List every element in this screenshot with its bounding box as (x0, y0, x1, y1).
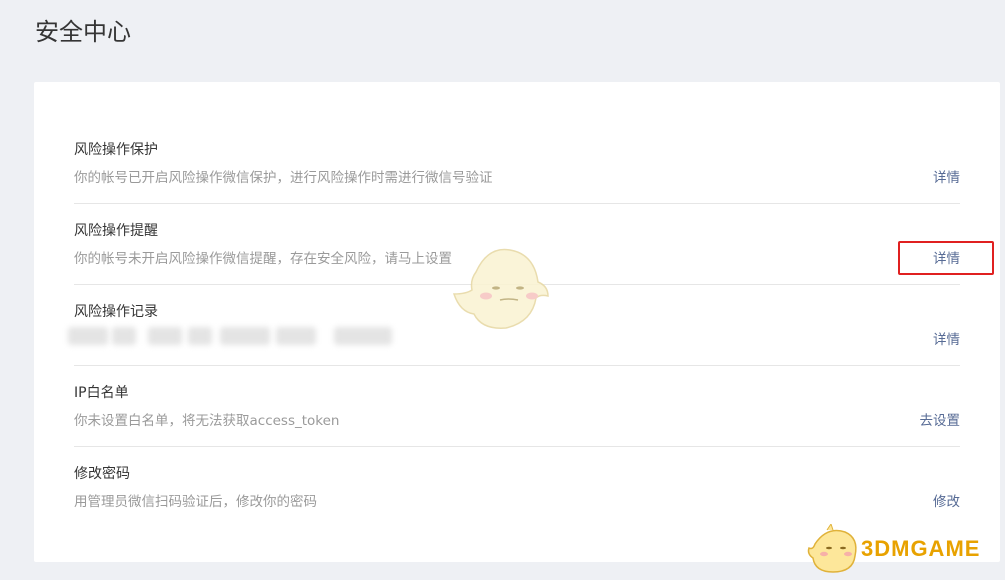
3dmgame-watermark: 3DMGAME (805, 522, 995, 576)
risk-protection-desc: 你的帐号已开启风险操作微信保护，进行风险操作时需进行微信号验证 (74, 170, 493, 186)
risk-log-desc-redacted (68, 325, 398, 347)
risk-log-title: 风险操作记录 (74, 304, 158, 320)
change-password-link[interactable]: 修改 (933, 490, 960, 510)
risk-protection-title: 风险操作保护 (74, 142, 158, 158)
ip-whitelist-title: IP白名单 (74, 385, 129, 401)
mascot-watermark-icon (452, 248, 549, 329)
change-password-desc: 用管理员微信扫码验证后，修改你的密码 (74, 494, 317, 510)
watermark-text: 3DMGAME (861, 536, 981, 561)
page-title: 安全中心 (35, 18, 131, 46)
highlight-annotation-box (898, 241, 994, 275)
risk-reminder-title: 风险操作提醒 (74, 223, 158, 239)
ip-whitelist-desc: 你未设置白名单，将无法获取access_token (74, 413, 340, 429)
risk-log-details-link[interactable]: 详情 (933, 328, 960, 348)
list-item-ip-whitelist: IP白名单 你未设置白名单，将无法获取access_token 去设置 (74, 366, 960, 447)
list-item-risk-protection: 风险操作保护 你的帐号已开启风险操作微信保护，进行风险操作时需进行微信号验证 详… (74, 123, 960, 204)
mascot-logo-icon (807, 522, 857, 573)
risk-reminder-desc: 你的帐号未开启风险操作微信提醒，存在安全风险，请马上设置 (74, 251, 452, 267)
risk-protection-details-link[interactable]: 详情 (933, 166, 960, 186)
change-password-title: 修改密码 (74, 466, 130, 482)
list-item-change-password: 修改密码 用管理员微信扫码验证后，修改你的密码 修改 (74, 447, 960, 527)
ip-whitelist-setup-link[interactable]: 去设置 (920, 409, 961, 429)
